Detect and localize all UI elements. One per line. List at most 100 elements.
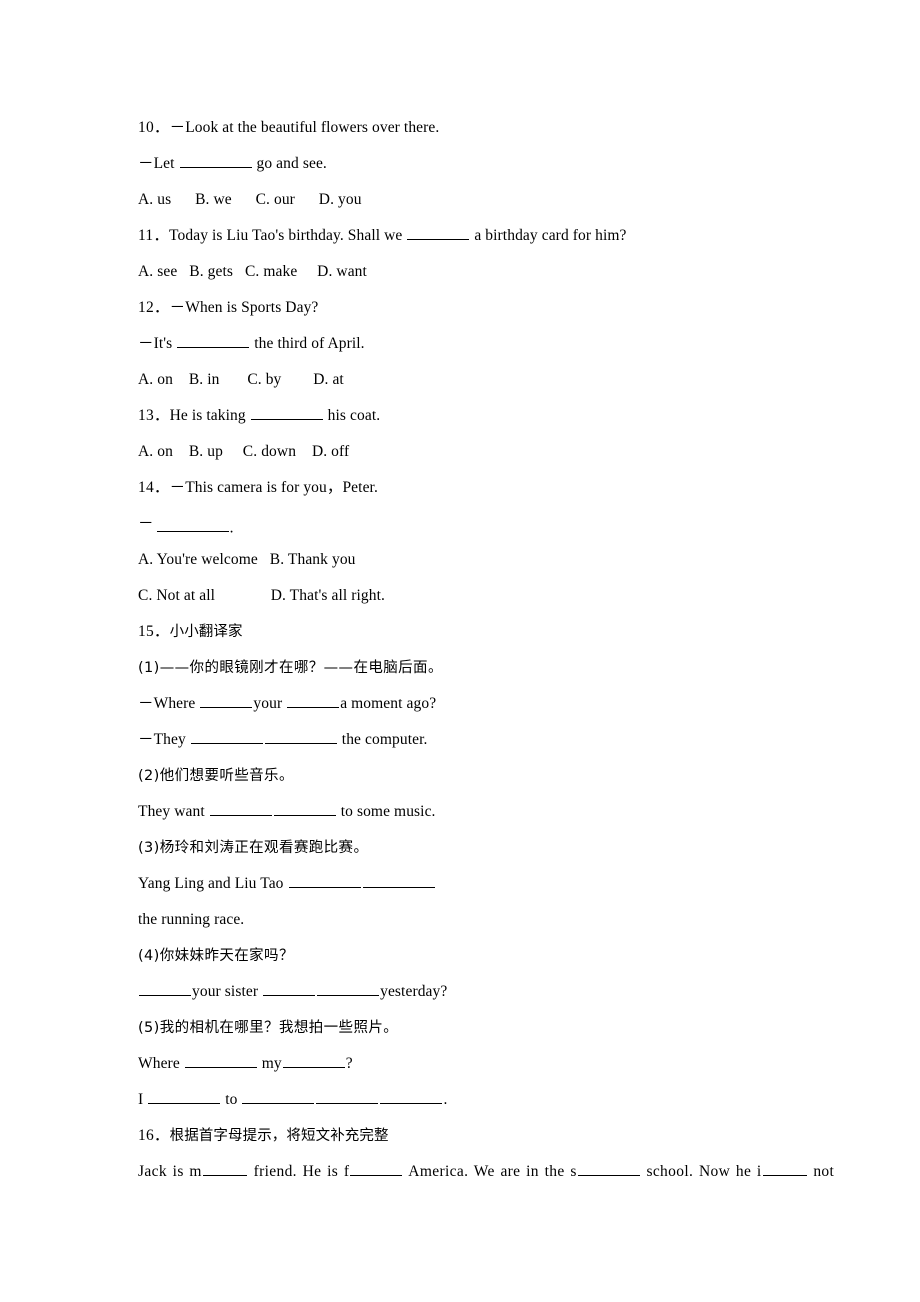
answer-blank[interactable] [184, 1053, 257, 1068]
answer-blank[interactable] [179, 153, 252, 168]
answer-blank[interactable] [250, 405, 323, 420]
question-10-line-2: －Let go and see. [138, 146, 790, 182]
answer-blank[interactable] [288, 873, 361, 888]
answer-blank[interactable] [287, 693, 340, 708]
question-15-item-3-answer-b: the running race. [138, 911, 245, 928]
item-2-chinese-text: 他们想要听些音乐。 [159, 768, 294, 784]
question-15-item-2-answer: They want to some music. [138, 794, 790, 830]
item-3a-pre: Yang Ling and Liu Tao [138, 875, 288, 892]
question-15-item-3-answer-a: Yang Ling and Liu Tao [138, 866, 790, 902]
q16-seg-1: Jack is m [138, 1163, 202, 1180]
answer-blank[interactable] [190, 729, 263, 744]
item-1-label: (1) [138, 660, 160, 676]
answer-blank[interactable] [350, 1161, 403, 1176]
question-15-item-1-answer-a: －Where your a moment ago? [138, 686, 790, 722]
question-14-period: . [229, 519, 234, 537]
question-12-answer-post: the third of April. [250, 335, 365, 352]
question-15-item-2-chinese: (2)他们想要听些音乐。 [138, 758, 790, 794]
question-11-stem-pre: Today is Liu Tao's birthday. Shall we [169, 227, 407, 244]
item-4a-post: yesterday? [380, 983, 448, 1000]
answer-blank[interactable] [762, 1161, 807, 1176]
question-13-options[interactable]: A. on B. up C. down D. off [138, 434, 790, 470]
question-16-number: 16． [138, 1127, 170, 1144]
answer-blank[interactable] [263, 981, 316, 996]
item-1a-mid: your [253, 695, 287, 712]
item-4-label: (4) [138, 948, 160, 964]
question-12-options[interactable]: A. on B. in C. by D. at [138, 362, 790, 398]
q16-seg-2: friend. He is f [247, 1163, 350, 1180]
question-14-dash: － [138, 515, 154, 532]
item-5-chinese-text: 我的相机在哪里？我想拍一些照片。 [159, 1020, 399, 1036]
answer-blank[interactable] [156, 517, 229, 533]
question-14-line-2: －. [138, 506, 790, 542]
q16-seg-4: school. Now he i [640, 1163, 762, 1180]
item-1b-pre: －They [138, 731, 190, 748]
question-15-item-5-answer-b: I to . [138, 1082, 790, 1118]
answer-blank[interactable] [148, 1089, 221, 1104]
item-5b-post: . [443, 1091, 448, 1108]
question-15-item-1-answer-b: －They the computer. [138, 722, 790, 758]
item-5a-post: ? [345, 1055, 353, 1072]
question-10-number: 10． [138, 119, 170, 136]
item-5b-pre: I [138, 1091, 148, 1108]
answer-blank[interactable] [242, 1089, 315, 1104]
q16-seg-5: not [807, 1163, 835, 1180]
question-16-title: 根据首字母提示，将短文补充完整 [169, 1128, 389, 1144]
answer-blank[interactable] [273, 801, 336, 816]
question-12-line-1: 12．－When is Sports Day? [138, 290, 790, 326]
question-10-line-1: 10．－Look at the beautiful flowers over t… [138, 110, 790, 146]
answer-blank[interactable] [282, 1053, 345, 1068]
item-5b-mid: to [221, 1091, 242, 1108]
answer-blank[interactable] [202, 1161, 247, 1176]
question-12-line-2: －It's the third of April. [138, 326, 790, 362]
question-10-answer-pre: －Let [138, 155, 179, 172]
question-11-line-1: 11．Today is Liu Tao's birthday. Shall we… [138, 218, 790, 254]
question-16-passage: Jack is m friend. He is f America. We ar… [138, 1154, 834, 1190]
question-11-number: 11． [138, 227, 170, 244]
question-11-stem-post: a birthday card for him? [470, 227, 627, 244]
item-3-chinese-text: 杨玲和刘涛正在观看赛跑比赛。 [159, 840, 369, 856]
question-14-options-row-1[interactable]: A. You're welcome B. Thank you [138, 542, 790, 578]
item-2-label: (2) [138, 768, 160, 784]
question-15-title: 小小翻译家 [169, 624, 243, 640]
question-15-item-1-chinese: (1)——你的眼镜刚才在哪？——在电脑后面。 [138, 650, 790, 686]
question-16-title-line: 16．根据首字母提示，将短文补充完整 [138, 1118, 790, 1154]
item-2a-post: to some music. [336, 803, 436, 820]
question-15-item-5-answer-a: Where my? [138, 1046, 790, 1082]
question-14-line-1: 14．－This camera is for you，Peter. [138, 470, 790, 506]
item-1-chinese-text: ——你的眼镜刚才在哪？——在电脑后面。 [159, 660, 443, 676]
answer-blank[interactable] [177, 333, 250, 348]
question-15-item-4-answer: your sister yesterday? [138, 974, 790, 1010]
question-13-stem-pre: He is taking [169, 407, 250, 424]
q16-seg-3: America. We are in the s [403, 1163, 577, 1180]
answer-blank[interactable] [200, 693, 253, 708]
question-12-answer-pre: －It's [138, 335, 177, 352]
answer-blank[interactable] [577, 1161, 640, 1176]
question-12-number: 12． [138, 299, 170, 316]
answer-blank[interactable] [139, 981, 191, 996]
question-10-options[interactable]: A. us B. we C. our D. you [138, 182, 790, 218]
answer-blank[interactable] [380, 1089, 443, 1104]
item-5a-pre: Where [138, 1055, 184, 1072]
item-4a-mid: your sister [192, 983, 263, 1000]
question-13-number: 13． [138, 407, 170, 424]
question-14-options-row-2[interactable]: C. Not at all D. That's all right. [138, 578, 790, 614]
answer-blank[interactable] [264, 729, 337, 744]
question-13-stem-post: his coat. [323, 407, 381, 424]
item-3-label: (3) [138, 840, 160, 856]
answer-blank[interactable] [362, 873, 435, 888]
answer-blank[interactable] [209, 801, 272, 816]
question-11-options[interactable]: A. see B. gets C. make D. want [138, 254, 790, 290]
item-2a-pre: They want [138, 803, 209, 820]
question-10-stem: －Look at the beautiful flowers over ther… [169, 119, 440, 136]
answer-blank[interactable] [316, 1089, 379, 1104]
item-5a-mid: my [257, 1055, 282, 1072]
question-15-title-line: 15．小小翻译家 [138, 614, 790, 650]
question-15-number: 15． [138, 623, 170, 640]
answer-blank[interactable] [317, 981, 380, 996]
question-10-answer-post: go and see. [252, 155, 327, 172]
question-15-item-4-chinese: (4)你妹妹昨天在家吗？ [138, 938, 790, 974]
question-13-line-1: 13．He is taking his coat. [138, 398, 790, 434]
question-12-stem: －When is Sports Day? [169, 299, 319, 316]
answer-blank[interactable] [407, 225, 470, 240]
